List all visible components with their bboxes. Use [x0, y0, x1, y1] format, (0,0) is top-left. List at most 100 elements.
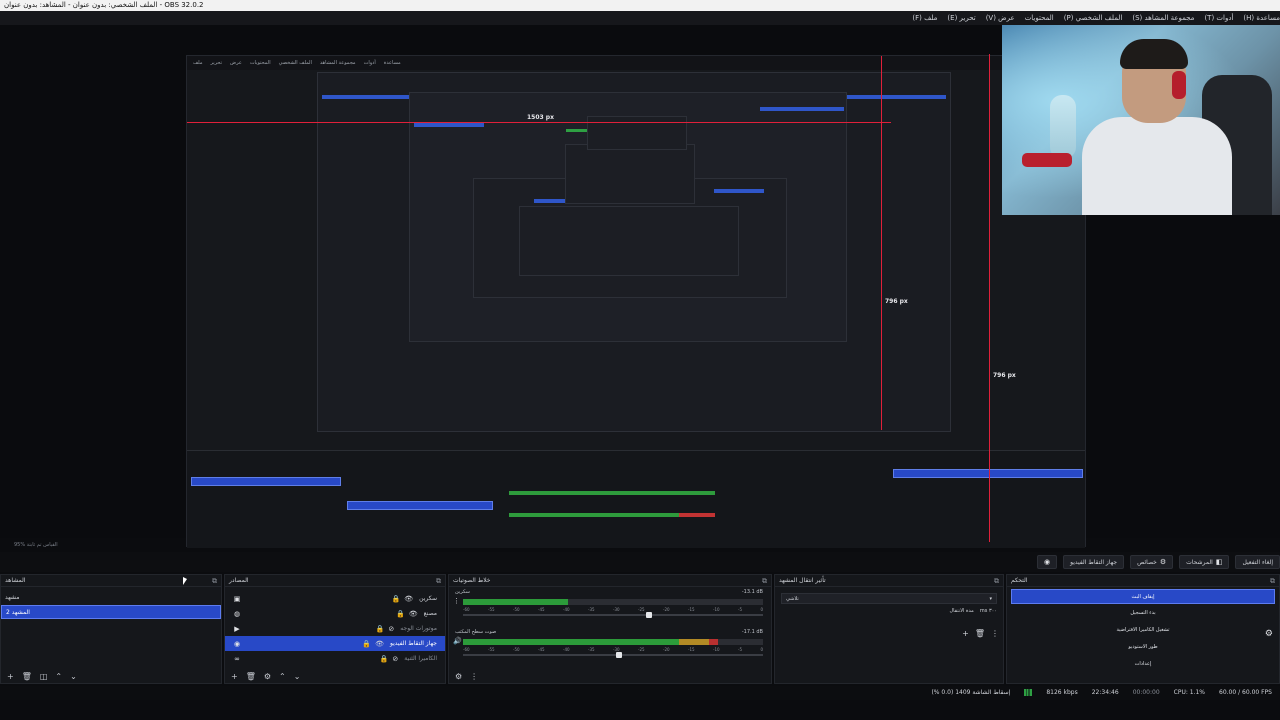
fps: 60.00 / 60.00 FPS — [1219, 689, 1272, 696]
volume-slider-knob[interactable] — [616, 652, 622, 658]
eye-hidden-icon[interactable]: ⊘ — [392, 655, 398, 663]
move-down-icon[interactable]: ⌄ — [70, 672, 77, 681]
source-settings-icon[interactable]: ⚙ — [264, 672, 271, 681]
meter-tick: -15 — [688, 607, 695, 612]
eye-icon[interactable]: 👁 — [409, 610, 418, 618]
meter-tick: -20 — [663, 607, 670, 612]
properties-button[interactable]: ⚙ خصائص — [1130, 555, 1174, 569]
remove-transition-icon[interactable]: 🗑 — [975, 629, 985, 638]
meter-tick: -60 — [463, 607, 470, 612]
source-row[interactable]: ∞ الكاميرا الثنية ⊘ 🔒 — [225, 651, 445, 666]
transitions-title: تأثير انتقال المشهد — [779, 577, 826, 584]
move-up-icon[interactable]: ⌃ — [279, 672, 286, 681]
meter-tick: -5 — [738, 647, 742, 652]
menu-view[interactable]: عرض (V) — [986, 11, 1015, 25]
selected-source-label: جهاز التقاط الفيديو — [1063, 555, 1125, 569]
remove-scene-icon[interactable]: 🗑 — [22, 672, 32, 681]
remove-source-icon[interactable]: 🗑 — [246, 672, 256, 681]
measure-line-horizontal — [187, 122, 891, 123]
scene-item[interactable]: مشهد — [1, 591, 221, 605]
menu-scene-collection[interactable]: مجموعة المشاهد (S) — [1132, 11, 1194, 25]
scene-item-selected[interactable]: المشهد 2 — [1, 605, 221, 619]
lock-icon[interactable]: 🔒 — [362, 640, 371, 648]
controls-title: التحكم — [1011, 577, 1028, 584]
add-scene-icon[interactable]: + — [7, 672, 14, 681]
meter-tick: -35 — [588, 647, 595, 652]
eye-icon[interactable]: 👁 — [404, 595, 413, 603]
lock-icon[interactable]: 🔒 — [392, 595, 401, 603]
lock-icon[interactable]: 🔒 — [380, 655, 389, 663]
dock-options-icon[interactable]: ⧉ — [212, 575, 217, 586]
move-down-icon[interactable]: ⌄ — [294, 672, 301, 681]
studio-mode-button[interactable]: طور الاستوديو — [1011, 640, 1275, 655]
filter-icon: ◧ — [1215, 558, 1223, 566]
meter-tick: -5 — [738, 607, 742, 612]
transition-menu-icon[interactable]: ⋮ — [991, 629, 999, 638]
duration-input[interactable]: ٣٠٠ ms — [980, 608, 997, 614]
menu-file[interactable]: ملف (F) — [912, 11, 937, 25]
media-icon: ▶ — [234, 624, 240, 633]
eye-hidden-icon[interactable]: ⊘ — [388, 625, 394, 633]
scene-transitions-dock: تأثير انتقال المشهد ⧉ تلاشي ▾ مدة الانتقال… — [774, 574, 1004, 684]
source-row-selected[interactable]: ◉ جهاز التقاط الفيديو 👁 🔒 — [225, 636, 445, 651]
menu-tools[interactable]: أدوات (T) — [1204, 11, 1233, 25]
duration-label: مدة الانتقال — [949, 608, 974, 614]
source-row[interactable]: ▶ موتورات الوجه ⊘ 🔒 — [225, 621, 445, 636]
preview-canvas[interactable]: ملف تحرير عرض المحتويات الملف الشخصي مجم… — [186, 54, 1086, 548]
inner-menu-item: عرض — [230, 60, 242, 66]
filter-icon[interactable]: ◫ — [40, 672, 48, 681]
virtual-camera-button[interactable]: تشغيل الكاميرا الافتراضية — [1011, 623, 1275, 638]
dock-options-icon[interactable]: ⧉ — [436, 575, 441, 586]
lock-icon[interactable]: 🔒 — [376, 625, 385, 633]
gear-icon[interactable]: ⚙ — [1265, 629, 1273, 639]
mixer-channel: سكرين -13.1 dB ⋮ -60 -55 -50 -45 -40 -35 -30 -2… — [449, 587, 771, 627]
mixer-settings-icon[interactable]: ⚙ — [455, 672, 462, 681]
source-row[interactable]: ▣ سكرين 👁 🔒 — [225, 591, 445, 606]
stop-stream-button[interactable]: إيقاف البث — [1011, 589, 1275, 604]
mixer-channel-db: -17.1 dB — [741, 629, 763, 635]
add-source-icon[interactable]: + — [231, 672, 238, 681]
window-title-bar: OBS 32.0.2 - الملف الشخصي: بدون عنوان - … — [0, 0, 1280, 11]
stream-time: 22:34:46 — [1091, 689, 1119, 696]
add-transition-icon[interactable]: + — [962, 629, 969, 638]
inner-menu-item: المحتويات — [249, 60, 271, 66]
menu-help[interactable]: مساعدة (H) — [1243, 11, 1280, 25]
lock-icon[interactable]: 🔒 — [396, 610, 405, 618]
obs-window: OBS 32.0.2 - الملف الشخصي: بدون عنوان - … — [0, 0, 1280, 720]
recursive-preview-5 — [565, 144, 695, 204]
source-toolbar: ◉ جهاز التقاط الفيديو ⚙ خصائص ◧ المرشحات إ… — [0, 552, 1280, 572]
move-up-icon[interactable]: ⌃ — [55, 672, 62, 681]
menu-profile[interactable]: الملف الشخصي (P) — [1064, 11, 1123, 25]
camera-toolbar-icon[interactable]: ◉ — [1037, 555, 1058, 569]
mixer-menu-icon[interactable]: ⋮ — [453, 597, 460, 605]
volume-slider-knob[interactable] — [646, 612, 652, 618]
menu-edit[interactable]: تحرير (E) — [947, 11, 975, 25]
dock-options-icon[interactable]: ⧉ — [1270, 575, 1275, 586]
dock-options-icon[interactable]: ⧉ — [994, 575, 999, 586]
filters-button[interactable]: ◧ المرشحات — [1179, 555, 1230, 569]
speaker-icon[interactable]: 🔊 — [453, 637, 462, 645]
webcam-source[interactable] — [1002, 25, 1280, 215]
deactivate-button[interactable]: إلغاء التفعيل — [1235, 555, 1280, 569]
dock-options-icon[interactable]: ⧉ — [762, 575, 767, 586]
meter-tick: -15 — [688, 647, 695, 652]
volume-slider[interactable] — [463, 612, 763, 618]
menu-docks[interactable]: المحتويات — [1025, 11, 1054, 25]
settings-button[interactable]: إعدادات — [1011, 657, 1275, 672]
status-bar: إسقاط الشاشة 1409 (0.0 %) 8126 kbps 22:3… — [0, 686, 1280, 700]
transition-duration: مدة الانتقال ٣٠٠ ms — [775, 608, 1003, 614]
meter-tick: -55 — [488, 647, 495, 652]
dock-row: المشاهد ⧉ مشهد المشهد 2 + 🗑 ◫ ⌃ ⌄ المصادر… — [0, 574, 1280, 684]
start-recording-button[interactable]: بدء التسجيل — [1011, 606, 1275, 621]
meter-tick: -10 — [713, 607, 720, 612]
mixer-menu-icon[interactable]: ⋮ — [470, 672, 478, 681]
volume-slider[interactable] — [463, 652, 763, 658]
gear-icon: ⚙ — [1159, 558, 1167, 566]
preview-area[interactable]: ملف تحرير عرض المحتويات الملف الشخصي مجم… — [0, 25, 1280, 548]
inner-menu-item: تحرير — [210, 60, 223, 66]
source-row[interactable]: ◍ مصنع 👁 🔒 — [225, 606, 445, 621]
transition-select[interactable]: تلاشي ▾ — [781, 593, 997, 604]
eye-icon[interactable]: 👁 — [375, 640, 384, 648]
inner-menu-bar: ملف تحرير عرض المحتويات الملف الشخصي مجم… — [187, 56, 1085, 70]
measure-label-height-small: 796 px — [885, 298, 908, 305]
